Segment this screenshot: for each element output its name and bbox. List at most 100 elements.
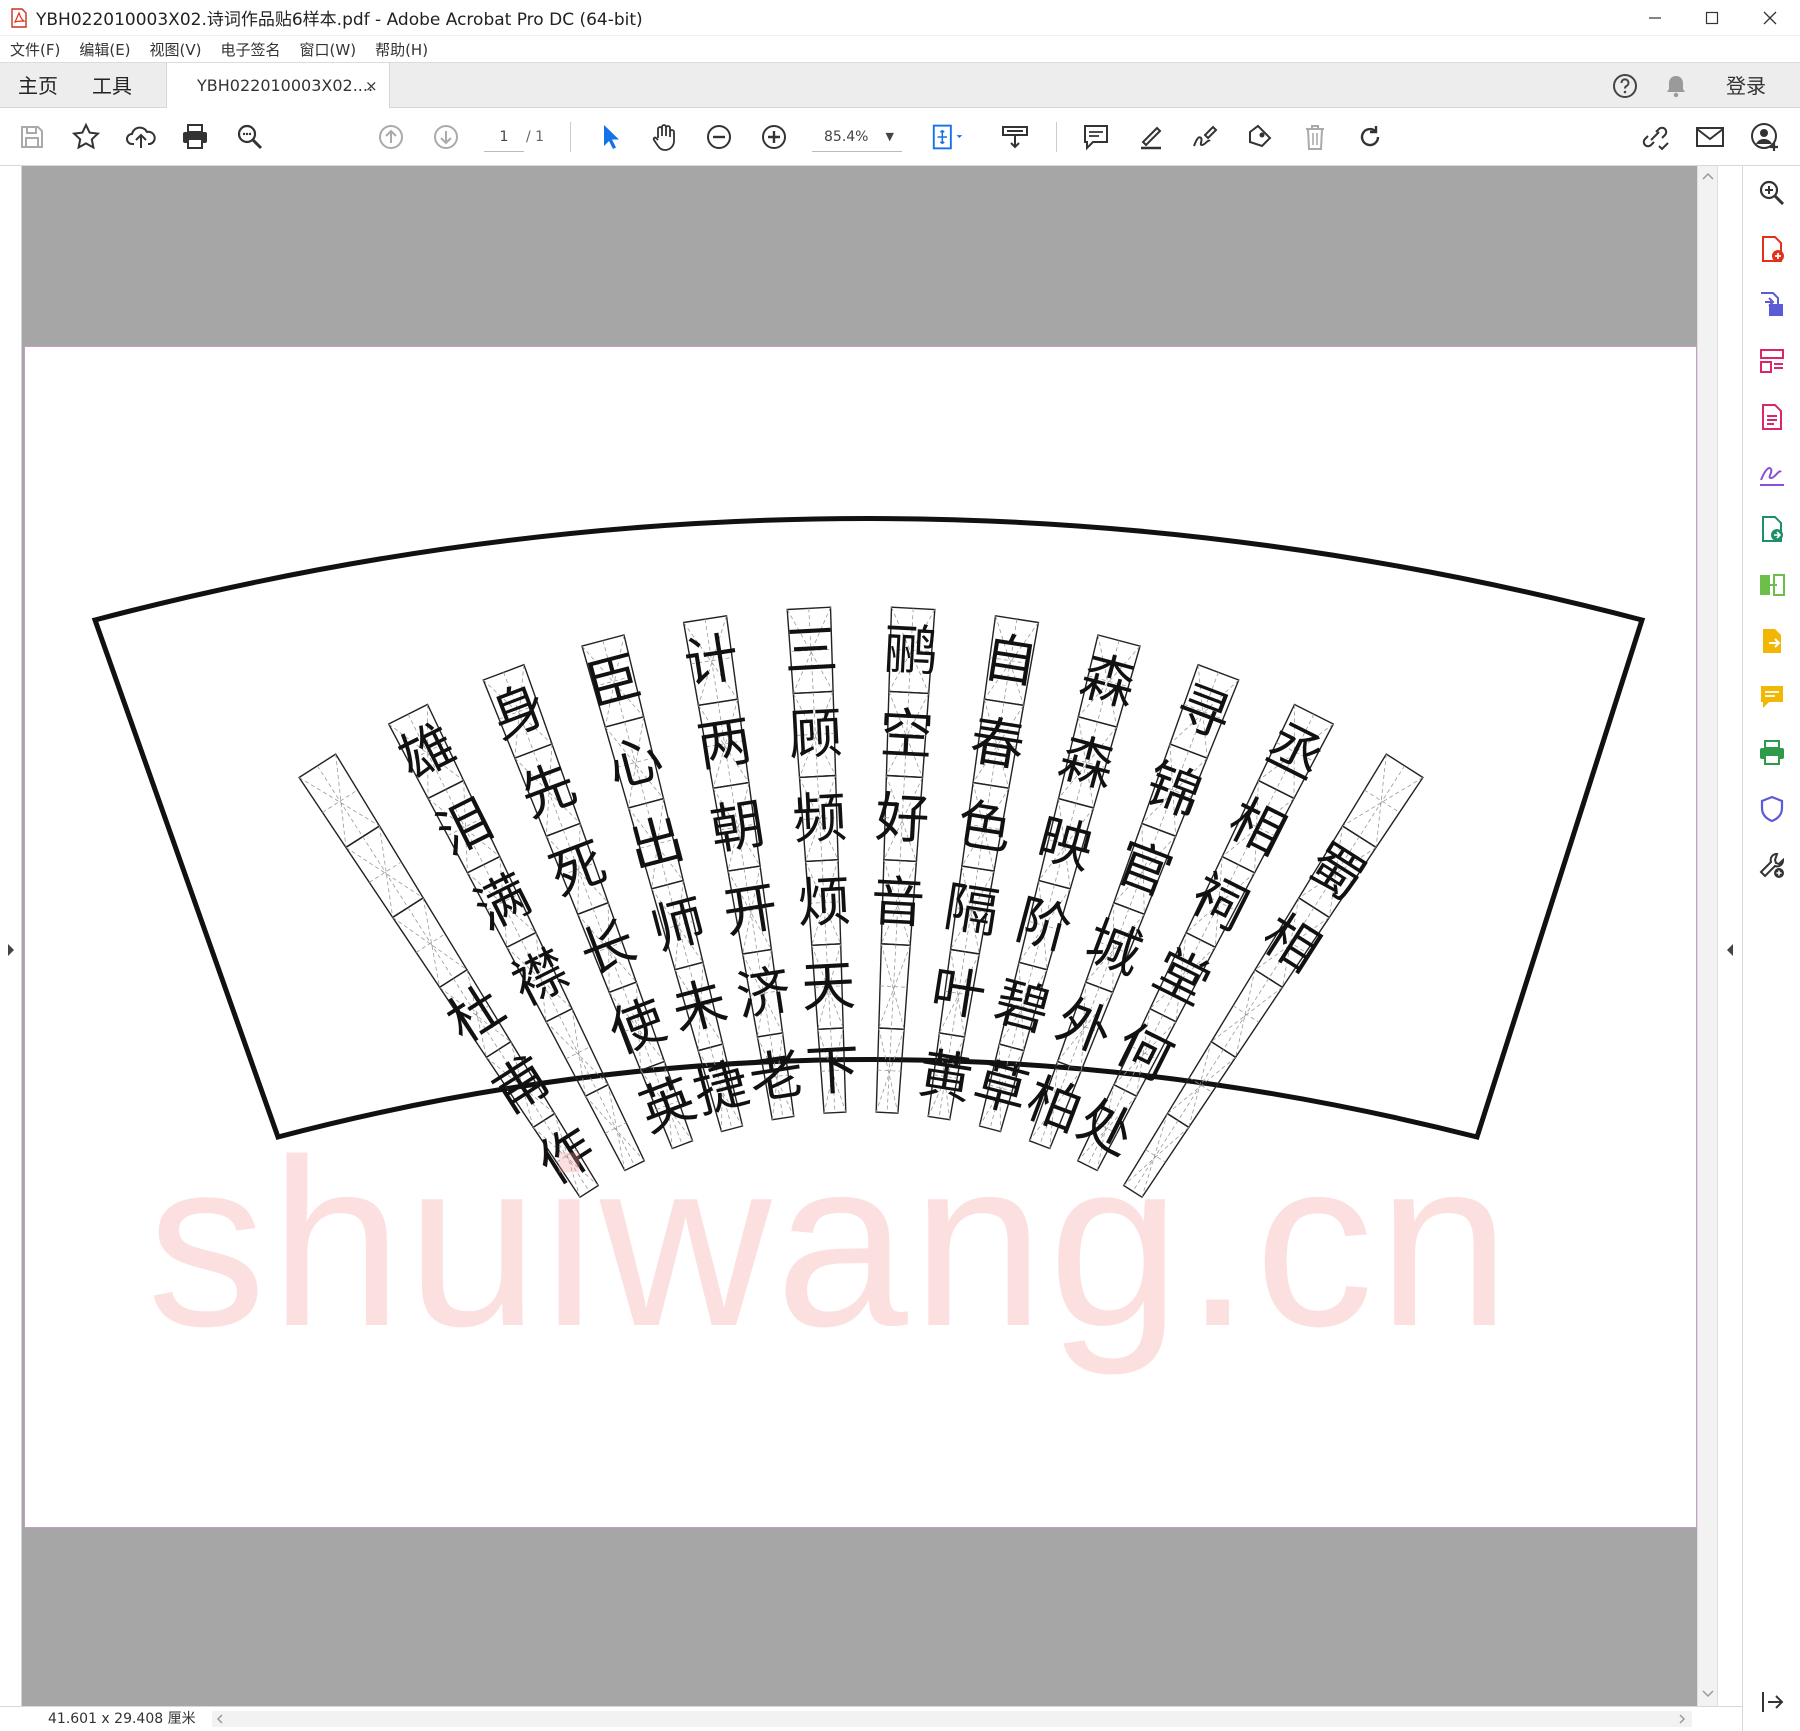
close-icon: [1763, 11, 1777, 25]
export-pdf-icon[interactable]: [1757, 290, 1787, 320]
fill-sign-icon[interactable]: [1757, 458, 1787, 488]
comment-panel-icon[interactable]: [1757, 682, 1787, 712]
menu-e-sign[interactable]: 电子签名: [221, 39, 281, 60]
menu-window[interactable]: 窗口(W): [300, 39, 357, 60]
print-icon: [183, 124, 207, 149]
zoom-out-button[interactable]: [701, 119, 737, 155]
status-bar: 41.601 x 29.408 厘米: [0, 1706, 1742, 1731]
title-bar: YBH022010003X02.诗词作品贴6样本.pdf - Adobe Acr…: [0, 0, 1800, 36]
page-down-button[interactable]: [428, 119, 464, 155]
upload-button[interactable]: [123, 119, 159, 155]
collapse-right-panel-icon[interactable]: [1725, 942, 1735, 958]
menu-help[interactable]: 帮助(H): [375, 39, 428, 60]
more-tools-icon[interactable]: [1757, 850, 1787, 880]
right-panel-gutter: [1717, 166, 1742, 1706]
read-mode-button[interactable]: [997, 119, 1033, 155]
menu-edit[interactable]: 编辑(E): [79, 39, 130, 60]
scroll-up-icon[interactable]: [1702, 172, 1714, 180]
menu-file[interactable]: 文件(F): [10, 39, 60, 60]
comment-icon: [1084, 125, 1108, 151]
rotate-icon: [1360, 126, 1380, 147]
calligraphy-character: 烦: [796, 870, 853, 936]
account-button[interactable]: [1747, 119, 1783, 155]
email-button[interactable]: [1692, 119, 1728, 155]
menu-bar: 文件(F) 编辑(E) 视图(V) 电子签名 窗口(W) 帮助(H): [0, 36, 1800, 62]
close-window-button[interactable]: [1742, 0, 1798, 36]
organize-pages-icon[interactable]: [1757, 346, 1787, 376]
chevron-down-icon: ▼: [885, 130, 894, 143]
page-up-button[interactable]: [373, 119, 409, 155]
collapse-panel-icon[interactable]: [1757, 1687, 1787, 1717]
scroll-left-icon[interactable]: [216, 1714, 224, 1724]
expand-left-panel-icon[interactable]: [6, 942, 16, 958]
tools-pane: [1742, 166, 1800, 1731]
calligraphy-character: 黄: [914, 1041, 977, 1112]
scroll-right-icon[interactable]: [1678, 1714, 1686, 1724]
share-link-button[interactable]: [1637, 119, 1673, 155]
login-button[interactable]: 登录: [1726, 63, 1766, 109]
page-number-input[interactable]: 1: [484, 122, 524, 152]
select-tool-button[interactable]: [592, 119, 628, 155]
sign-button[interactable]: [1187, 119, 1223, 155]
save-button[interactable]: [14, 119, 50, 155]
minimize-icon: [1649, 17, 1661, 19]
zoom-in-button[interactable]: [756, 119, 792, 155]
notifications-bell-icon[interactable]: [1662, 72, 1690, 100]
zoom-level-select[interactable]: 85.4% ▼: [812, 122, 902, 152]
document-viewer[interactable]: 杜甫作雄泪满襟身先死长使英臣心出师未捷计两朝开济老三顾频烦天下鹂空好音自春色隔叶…: [0, 166, 1742, 1706]
tab-tools[interactable]: 工具: [92, 63, 132, 109]
maximize-button[interactable]: [1684, 0, 1740, 36]
fan-outline: [91, 516, 1646, 1141]
calligraphy-character: 下: [804, 1038, 861, 1104]
close-tab-button[interactable]: ×: [365, 63, 378, 109]
comment-button[interactable]: [1078, 119, 1114, 155]
calligraphy-character: 春: [966, 709, 1029, 780]
find-button[interactable]: [232, 119, 268, 155]
menu-view[interactable]: 视图(V): [150, 39, 202, 60]
fit-page-button[interactable]: [930, 119, 966, 155]
zoom-search-icon[interactable]: [1757, 178, 1787, 208]
calligraphy-character: 叶: [927, 958, 990, 1029]
scroll-down-icon[interactable]: [1702, 1690, 1714, 1698]
print-production-icon[interactable]: [1757, 738, 1787, 768]
left-panel-gutter: [0, 166, 22, 1706]
protect-icon[interactable]: [1757, 794, 1787, 824]
calligraphy-character: 朝: [706, 792, 769, 863]
tab-home[interactable]: 主页: [18, 63, 58, 109]
hand-tool-button[interactable]: [646, 119, 682, 155]
send-review-icon[interactable]: [1757, 514, 1787, 544]
print-button[interactable]: [177, 119, 213, 155]
calligraphy-character: 老: [745, 1041, 808, 1112]
export-file-icon[interactable]: [1757, 626, 1787, 656]
stamp-button[interactable]: [1242, 119, 1278, 155]
watermark: shuiwang.cn: [147, 1111, 1515, 1376]
upload-cloud-icon: [126, 126, 156, 148]
calligraphy-character: 自: [979, 625, 1042, 696]
tab-document[interactable]: YBH022010003X02.... ×: [166, 63, 390, 109]
read-mode-icon: [1002, 126, 1028, 149]
email-icon: [1696, 127, 1724, 147]
help-icon[interactable]: [1611, 72, 1639, 100]
delete-button[interactable]: [1297, 119, 1333, 155]
combine-files-icon[interactable]: [1757, 570, 1787, 600]
calligraphy-character: 色: [953, 792, 1016, 863]
minimize-button[interactable]: [1627, 0, 1683, 36]
highlight-button[interactable]: [1133, 119, 1169, 155]
acrobat-pdf-icon: [11, 7, 27, 28]
edit-pdf-icon[interactable]: [1757, 402, 1787, 432]
bookmark-button[interactable]: [68, 119, 104, 155]
pdf-page[interactable]: 杜甫作雄泪满襟身先死长使英臣心出师未捷计两朝开济老三顾频烦天下鹂空好音自春色隔叶…: [24, 346, 1697, 1528]
page-down-icon: [434, 125, 458, 149]
calligraphy-character: 鹂: [882, 618, 939, 684]
create-pdf-icon[interactable]: [1757, 234, 1787, 264]
fit-page-icon: [932, 124, 963, 150]
calligraphy-character: 济: [732, 958, 795, 1029]
horizontal-scrollbar[interactable]: [212, 1711, 1692, 1727]
zoom-level-value: 85.4%: [824, 129, 869, 145]
vertical-scrollbar[interactable]: [1697, 166, 1717, 1706]
rotate-button[interactable]: [1352, 119, 1388, 155]
calligraphy-character: 三: [782, 618, 839, 684]
calligraphy-character: 频: [791, 786, 848, 852]
highlight-icon: [1141, 126, 1162, 150]
calligraphy-character: 好: [874, 786, 931, 852]
